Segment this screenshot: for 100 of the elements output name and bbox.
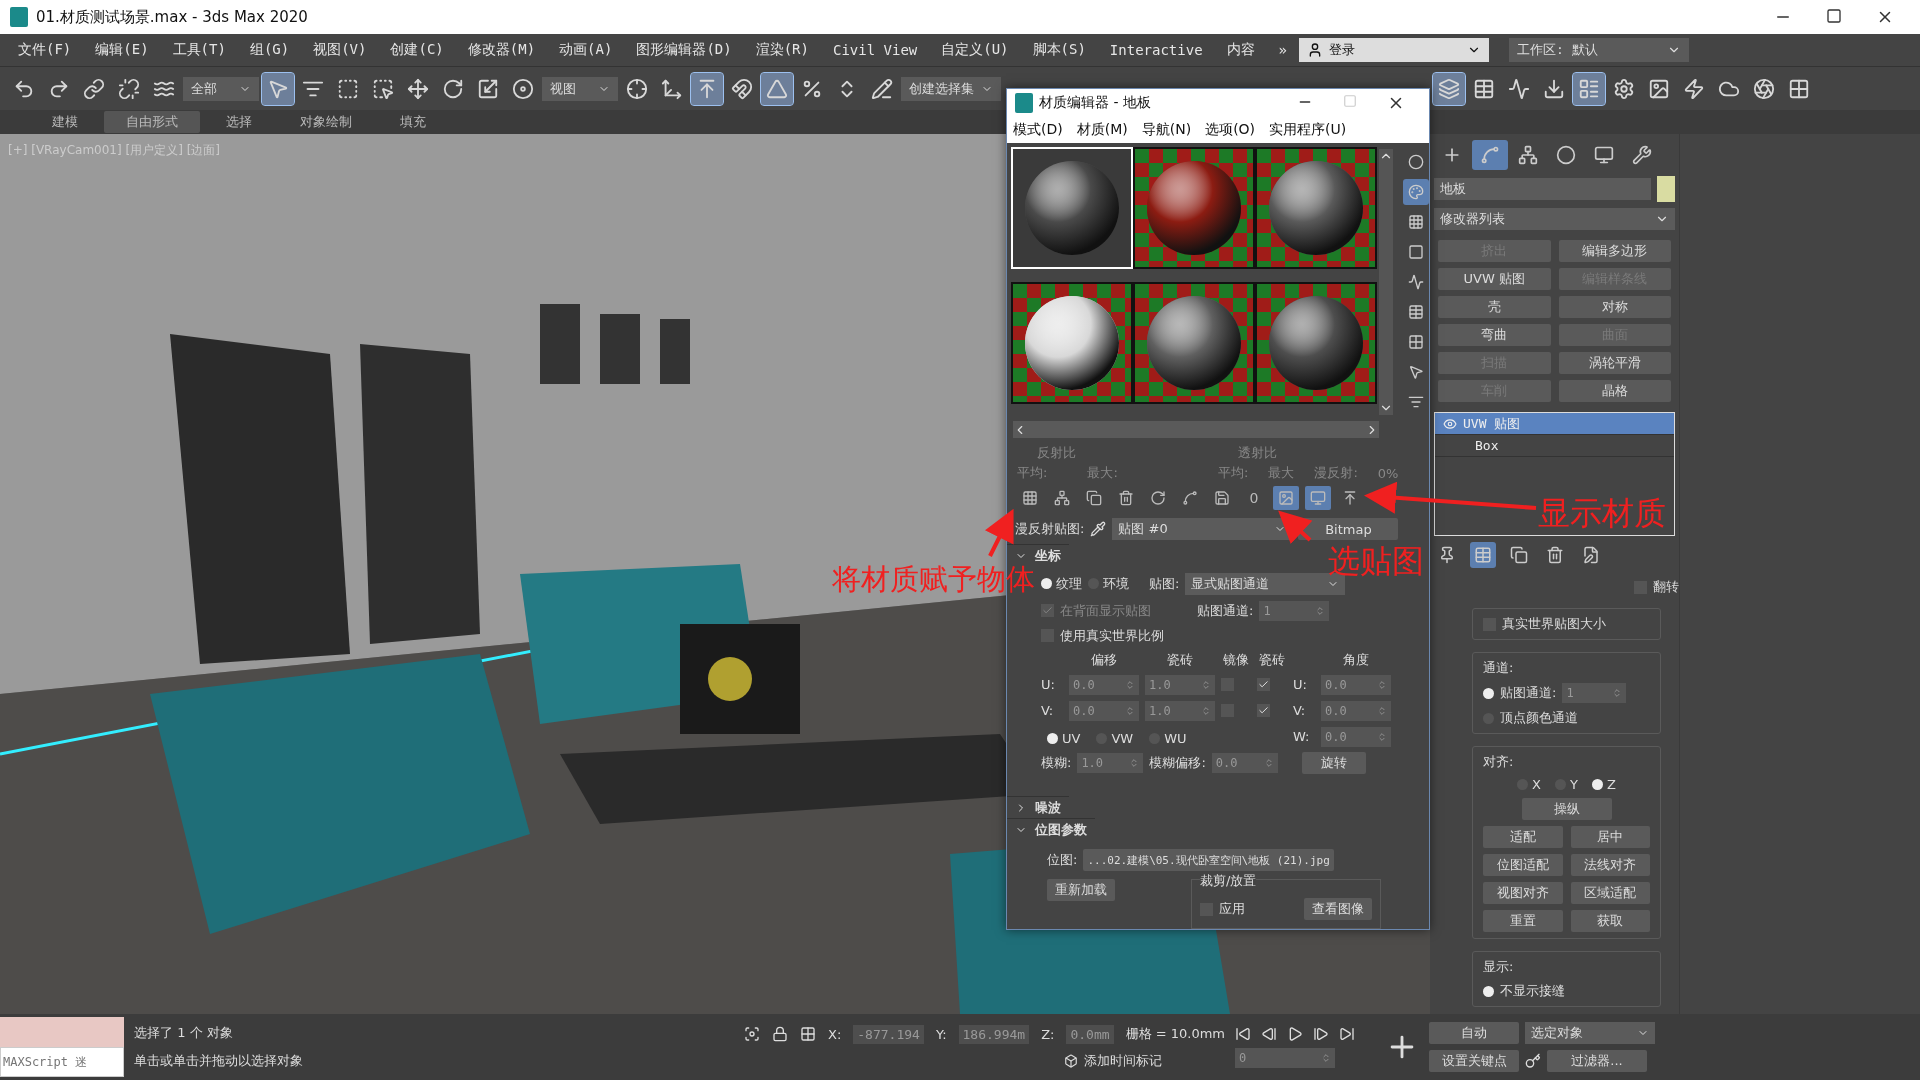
modifier-button[interactable]: 编辑多边形 — [1558, 240, 1671, 262]
channel-label: 贴图通道: — [1197, 601, 1254, 620]
radio-label: X — [1532, 777, 1541, 792]
menu-item[interactable]: 动画(A) — [547, 41, 625, 59]
menu-item[interactable]: 修改器(M) — [455, 41, 548, 59]
menu-item[interactable]: 脚本(S) — [1020, 41, 1098, 59]
axis-label: W: — [1293, 729, 1311, 745]
auto-key-button[interactable]: 自动 — [1429, 1022, 1520, 1044]
modifier-button[interactable]: 涡轮平滑 — [1558, 352, 1671, 374]
group-title: 通道: — [1483, 659, 1515, 677]
stat-label: 最大 — [1268, 464, 1295, 483]
modifier-button[interactable]: 晶格 — [1558, 380, 1671, 402]
manipulate-button[interactable]: 操纵 — [1521, 798, 1612, 820]
set-key-button[interactable]: 设置关键点 — [1429, 1050, 1520, 1072]
menu-item[interactable]: 图形编辑器(D) — [624, 41, 744, 59]
radio-label: VW — [1111, 730, 1134, 746]
menu-item[interactable]: 创建(C) — [378, 41, 456, 59]
menu-item[interactable]: Interactive — [1097, 42, 1215, 58]
z-field[interactable]: 0.0mm — [1066, 1024, 1114, 1044]
modifier-list-dropdown[interactable]: 修改器列表 — [1434, 208, 1675, 230]
stat-label: 平均: — [1218, 464, 1249, 483]
modifier-stack-item[interactable]: Box — [1435, 435, 1674, 457]
column-header: 角度 — [1342, 650, 1370, 669]
radio-label: 顶点颜色通道 — [1500, 709, 1578, 727]
object-name-field[interactable]: 地板 — [1434, 178, 1651, 200]
reference-coord-dropdown[interactable]: 视图 — [542, 76, 618, 101]
window-title: 01.材质测试场景.max - 3ds Max 2020 — [36, 7, 308, 27]
menu-item[interactable]: 材质(M) — [1076, 121, 1128, 140]
modifier-button[interactable]: UVW 贴图 — [1438, 268, 1551, 290]
x-field[interactable]: -877.194 — [853, 1024, 924, 1044]
group-title: 显示: — [1483, 958, 1515, 976]
group-title: 对齐: — [1483, 753, 1515, 771]
rotate-button[interactable]: 旋转 — [1301, 751, 1366, 774]
reload-button[interactable]: 重新加载 — [1047, 879, 1115, 901]
modifier-stack-item[interactable]: UVW 贴图 — [1435, 413, 1674, 435]
key-filters-button[interactable]: 过滤器... — [1547, 1050, 1648, 1072]
menu-item[interactable]: 自定义(U) — [929, 41, 1021, 59]
menu-item[interactable]: 渲染(R) — [743, 41, 821, 59]
menu-item[interactable]: 视图(V) — [301, 41, 379, 59]
login-dropdown[interactable]: 登录 — [1299, 38, 1489, 62]
ribbon-tab[interactable]: 选择 — [204, 111, 274, 133]
material-id-button[interactable]: 0 — [1241, 486, 1267, 511]
selection-filter-dropdown[interactable]: 全部 — [183, 76, 259, 101]
annotation-text: 显示材质 — [1538, 493, 1666, 534]
align-button[interactable]: 获取 — [1570, 910, 1650, 932]
align-button[interactable]: 居中 — [1570, 826, 1650, 848]
axis-label: U: — [1041, 677, 1056, 693]
rollout-header[interactable]: 坐标 — [1007, 544, 1069, 567]
menu-item[interactable]: 实用程序(U) — [1269, 121, 1347, 140]
key-target-dropdown[interactable]: 选定对象 — [1525, 1022, 1656, 1044]
modifier-button[interactable]: 弯曲 — [1438, 324, 1551, 346]
stat-title: 反射比 — [1037, 444, 1077, 463]
rollout-header[interactable]: 噪波 — [1007, 795, 1069, 819]
menu-item[interactable]: 内容 — [1214, 41, 1267, 59]
align-button[interactable]: 位图适配 — [1483, 854, 1563, 876]
align-button[interactable]: 区域适配 — [1570, 882, 1650, 904]
radio-label: WU — [1164, 730, 1187, 746]
align-button[interactable]: 重置 — [1483, 910, 1563, 932]
grid-size: 栅格 = 10.0mm — [1125, 1025, 1226, 1043]
add-time-tag[interactable]: 添加时间标记 — [1084, 1051, 1162, 1070]
bitmap-label: 位图: — [1047, 851, 1078, 869]
menu-overflow[interactable]: » — [1266, 42, 1299, 58]
checkbox-label: 在背面显示贴图 — [1060, 601, 1151, 620]
column-header: 镜像 — [1222, 650, 1250, 669]
stat-label: 平均: — [1017, 464, 1048, 483]
radio-label: 纹理 — [1056, 574, 1082, 593]
dialog-title: 材质编辑器 - 地板 — [1039, 94, 1151, 113]
z-label: Z: — [1041, 1026, 1055, 1042]
ribbon-tab[interactable]: 对象绘制 — [278, 111, 374, 133]
y-field[interactable]: 186.994m — [958, 1024, 1030, 1044]
map-type-button[interactable]: Bitmap — [1298, 518, 1399, 541]
workspace-dropdown[interactable]: 工作区: 默认 — [1509, 38, 1689, 62]
x-label: X: — [828, 1026, 842, 1042]
ribbon-tab[interactable]: 建模 — [30, 111, 100, 133]
align-button[interactable]: 视图对齐 — [1483, 882, 1563, 904]
menu-item[interactable]: 选项(O) — [1205, 121, 1256, 140]
group-title: 裁剪/放置 — [1200, 872, 1257, 890]
column-header: 偏移 — [1090, 650, 1118, 669]
selection-set-dropdown[interactable]: 创建选择集 — [901, 76, 1001, 101]
menu-item[interactable]: 工具(T) — [160, 41, 238, 59]
stat-title: 透射比 — [1238, 444, 1278, 463]
radio-label: Y — [1570, 777, 1578, 792]
align-button[interactable]: 法线对齐 — [1570, 854, 1650, 876]
menu-item[interactable]: 组(G) — [237, 41, 302, 59]
modifier-button[interactable]: 对称 — [1558, 296, 1671, 318]
menu-item[interactable]: 编辑(E) — [83, 41, 161, 59]
menu-item[interactable]: Civil View — [820, 42, 930, 58]
maxscript-field[interactable]: MAXScript 迷 — [0, 1047, 124, 1077]
menu-item[interactable]: 导航(N) — [1141, 121, 1192, 140]
blur-offset-label: 模糊偏移: — [1149, 753, 1206, 772]
modifier-button[interactable]: 壳 — [1438, 296, 1551, 318]
ribbon-tab[interactable]: 自由形式 — [104, 111, 200, 133]
view-image-button[interactable]: 查看图像 — [1304, 898, 1372, 920]
ribbon-tab[interactable]: 填充 — [378, 111, 448, 133]
rollout-header[interactable]: 位图参数 — [1007, 818, 1095, 841]
align-button[interactable]: 适配 — [1483, 826, 1563, 848]
menu-item[interactable]: 模式(D) — [1013, 121, 1063, 140]
menu-item[interactable]: 文件(F) — [6, 41, 84, 59]
bitmap-path-button[interactable]: ...02.建模\05.现代卧室空间\地板 (21).jpg — [1083, 849, 1334, 871]
axis-label: V: — [1293, 703, 1307, 719]
